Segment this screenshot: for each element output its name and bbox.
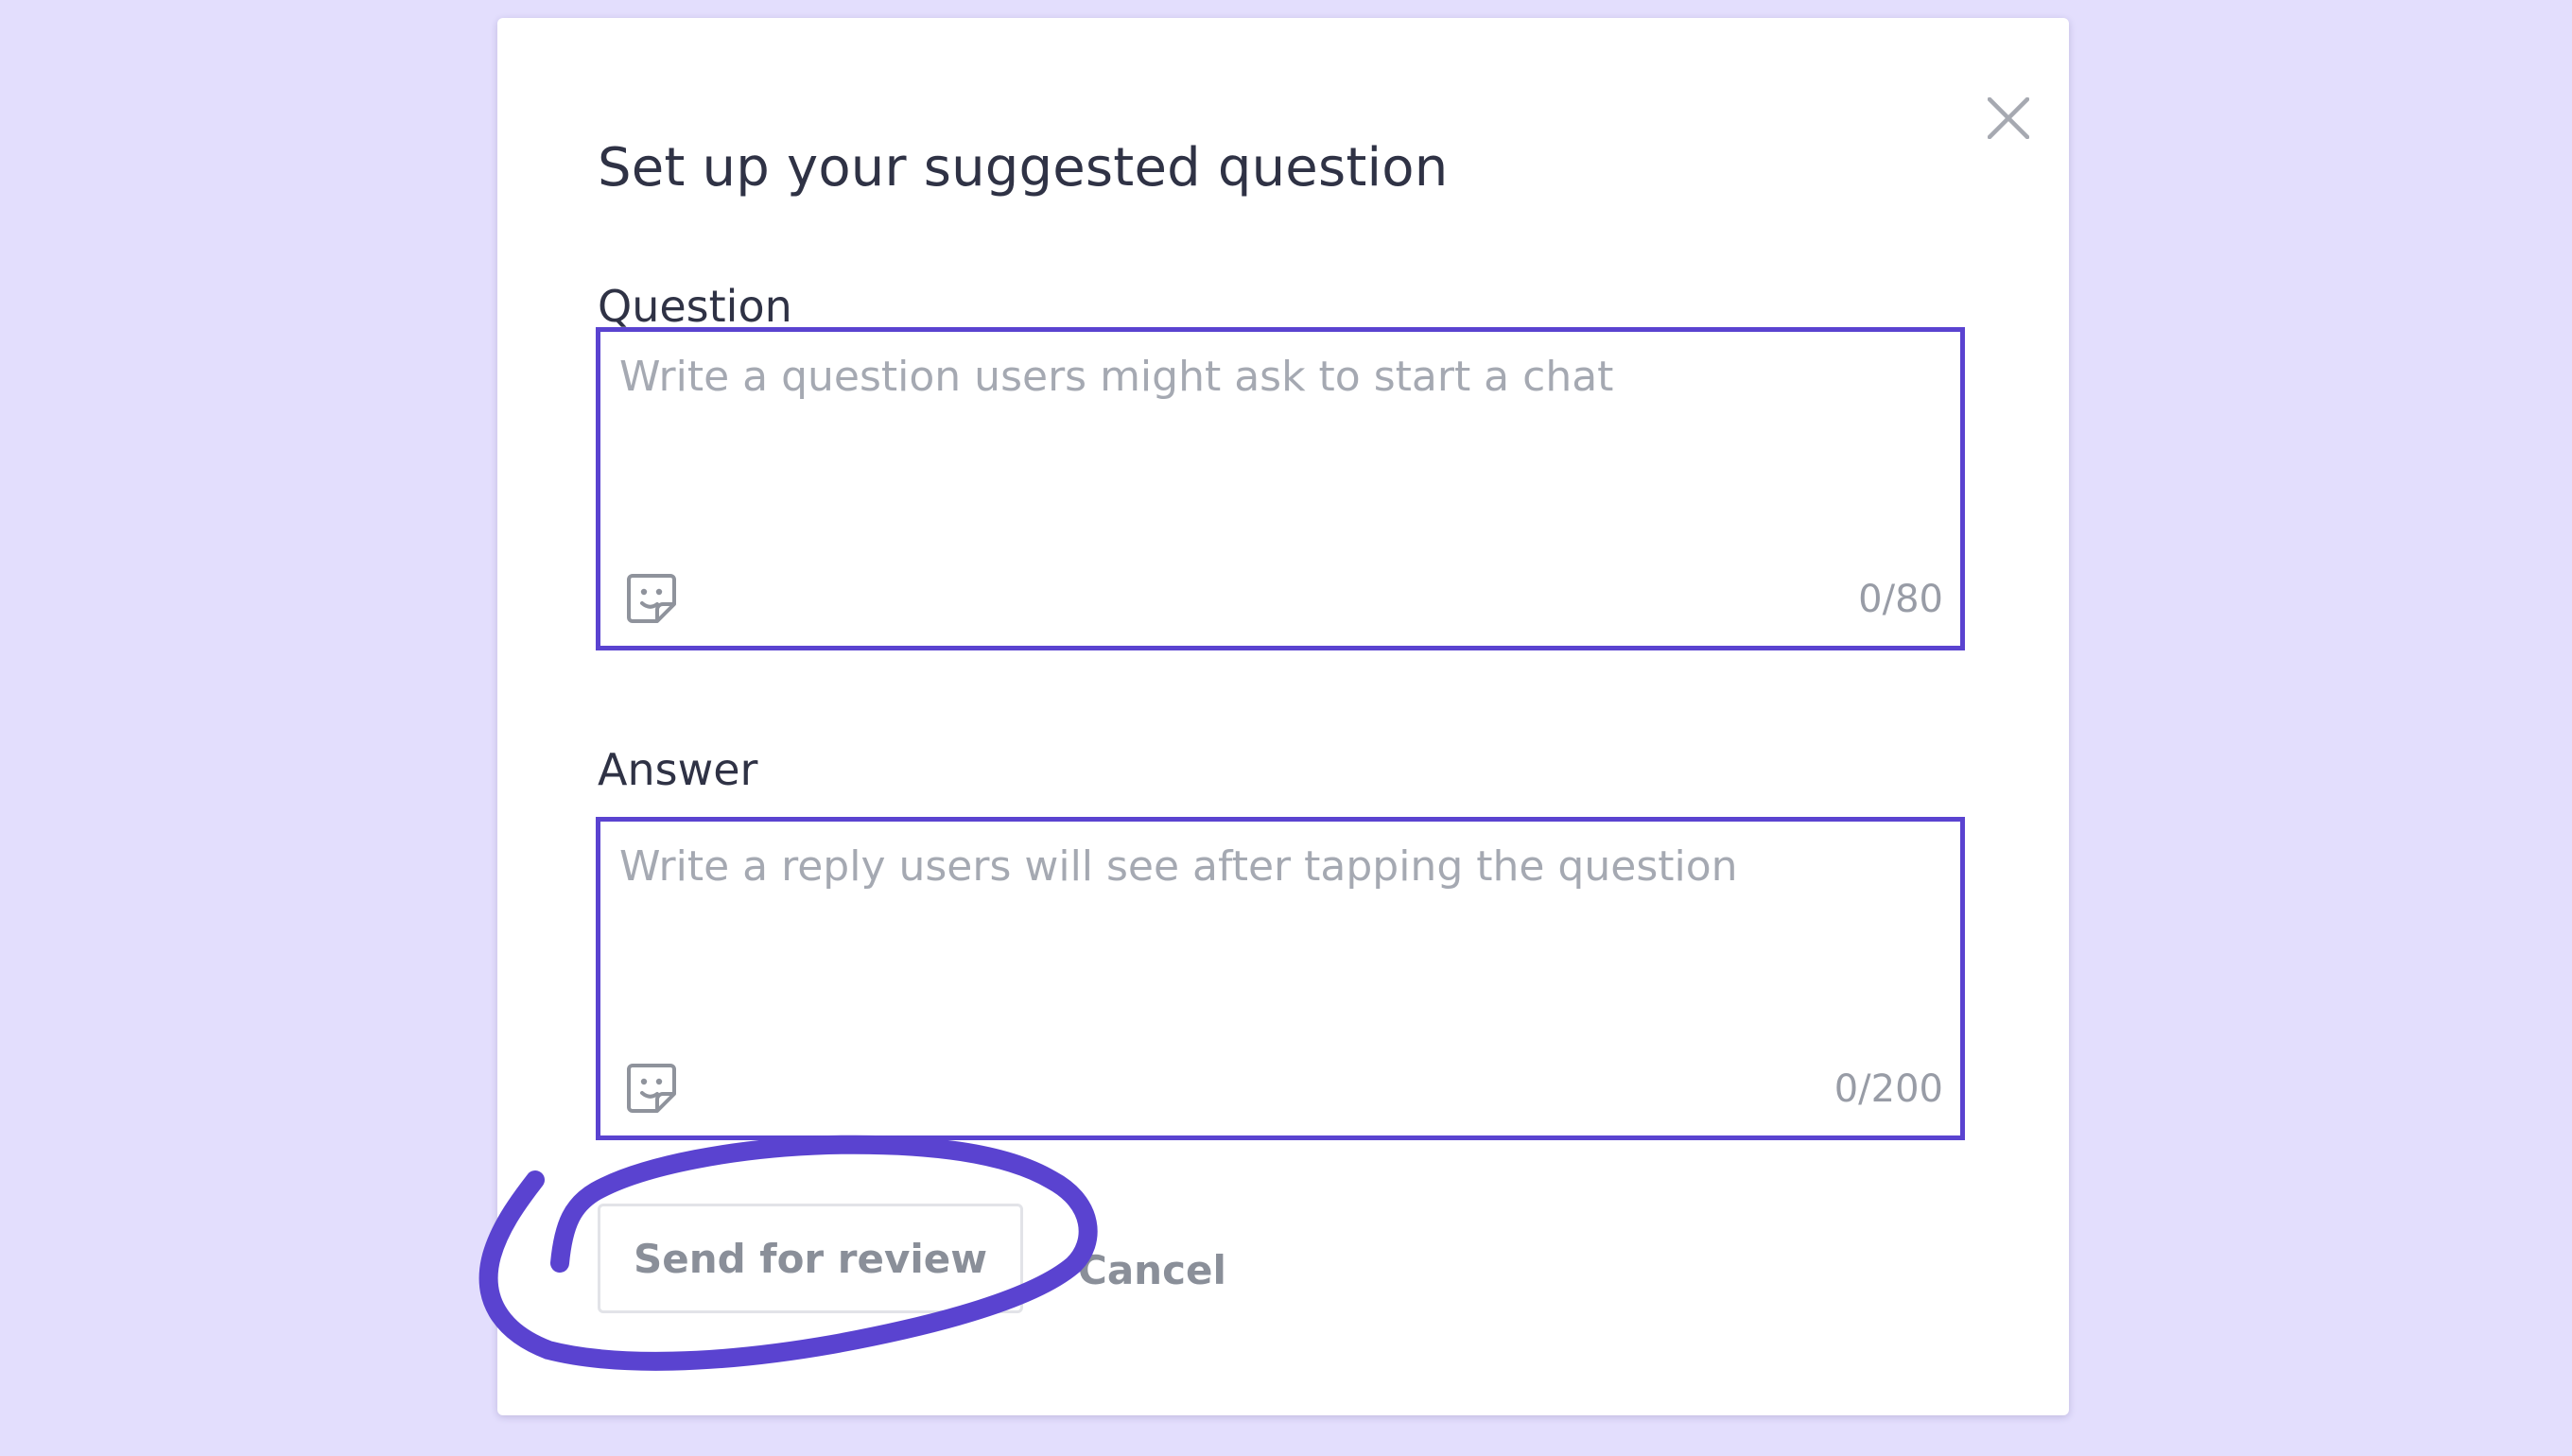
question-sticker-button[interactable]	[625, 572, 678, 625]
answer-sticker-button[interactable]	[625, 1062, 678, 1115]
question-field: 0/80	[596, 327, 1965, 650]
dialog-title: Set up your suggested question	[598, 137, 1449, 199]
answer-label: Answer	[598, 744, 758, 795]
suggested-question-dialog: Set up your suggested question Question …	[497, 18, 2069, 1415]
question-label: Question	[598, 281, 792, 332]
sticker-icon	[627, 1064, 676, 1113]
question-char-counter: 0/80	[1858, 578, 1943, 621]
answer-input[interactable]	[619, 842, 1924, 1003]
answer-field: 0/200	[596, 817, 1965, 1140]
answer-char-counter: 0/200	[1833, 1067, 1943, 1111]
close-icon	[1988, 97, 2029, 139]
question-input[interactable]	[619, 353, 1924, 513]
close-button[interactable]	[1959, 71, 2054, 165]
cancel-link[interactable]: Cancel	[1078, 1247, 1226, 1293]
send-for-review-button[interactable]: Send for review	[598, 1204, 1023, 1313]
sticker-icon	[627, 574, 676, 623]
